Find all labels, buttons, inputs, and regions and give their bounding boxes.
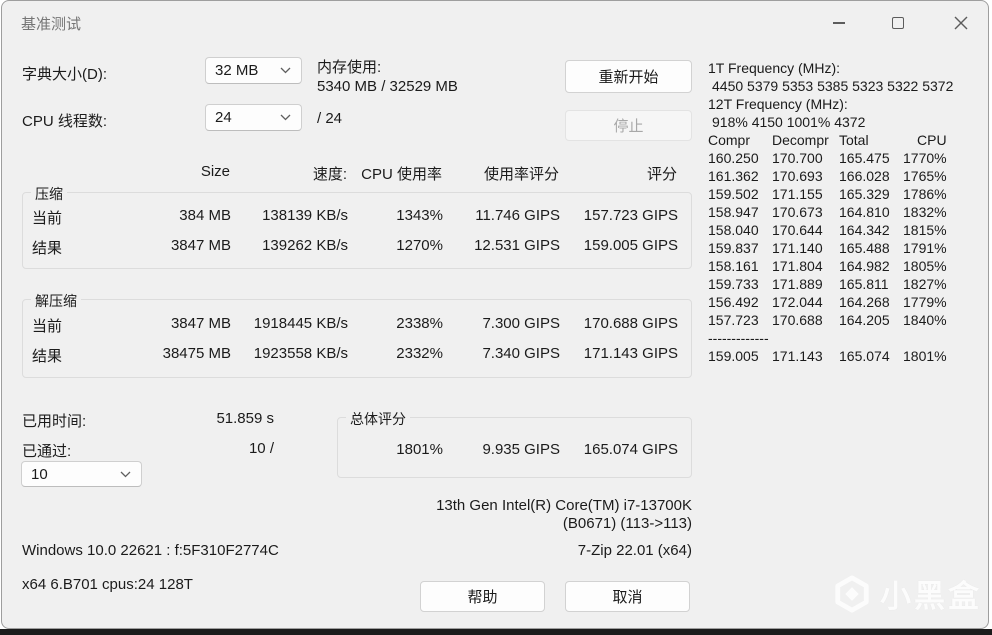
freq-row: 158.040 170.644 164.342 1815%	[708, 222, 947, 238]
cpu-threads-label: CPU 线程数:	[22, 113, 108, 130]
cpu-threads-suffix: / 24	[317, 110, 343, 127]
chevron-down-icon	[280, 67, 291, 74]
passes-value: 10 /	[248, 440, 274, 457]
freq-row: 159.733 171.889 165.811 1827%	[708, 276, 947, 292]
compression-current-row: 当前 384 MB 138139 KB/s 1343% 11.746 GIPS …	[32, 207, 678, 227]
frequency-log-panel: 1T Frequency (MHz): 4450 5379 5353 5385 …	[708, 59, 990, 365]
col-usage-rating: 使用率评分	[483, 166, 559, 183]
col-speed: 速度:	[312, 166, 347, 183]
heybox-logo-icon	[835, 574, 869, 613]
app-version-line: 7-Zip 22.01 (x64)	[577, 542, 692, 559]
freq-row: 156.492 172.044 164.268 1779%	[708, 294, 947, 310]
freq-12t-label: 12T Frequency (MHz):	[708, 96, 848, 112]
freq-divider: -------------	[708, 330, 769, 346]
heybox-watermark: 小黑盒	[833, 571, 982, 616]
cpu-threads-select[interactable]: 24	[205, 104, 302, 131]
stop-button: 停止	[565, 110, 692, 141]
benchmark-dialog: 基准测试 字典大小(D): 32 MB 内存使用: 5340 MB / 3252…	[1, 0, 989, 629]
cancel-button[interactable]: 取消	[565, 581, 690, 612]
col-rating: 评分	[646, 166, 677, 183]
minimize-button[interactable]	[816, 9, 862, 37]
heybox-watermark-text: 小黑盒	[880, 579, 982, 614]
chevron-down-icon	[120, 471, 131, 477]
cpu-model-line: 13th Gen Intel(R) Core(TM) i7-13700K	[436, 497, 692, 514]
freq-12t-values: 918% 4150 1001% 4372	[712, 114, 866, 130]
restart-button[interactable]: 重新开始	[565, 60, 692, 93]
col-size: Size	[200, 163, 230, 180]
freq-1t-label: 1T Frequency (MHz):	[708, 60, 840, 76]
freq-row: 158.161 171.804 164.982 1805%	[708, 258, 947, 274]
passes-count-value: 10	[31, 465, 48, 483]
decompression-current-row: 当前 3847 MB 1918445 KB/s 2338% 7.300 GIPS…	[32, 315, 678, 335]
cpu-threads-value: 24	[215, 109, 232, 126]
maximize-icon	[892, 17, 904, 29]
help-button[interactable]: 帮助	[420, 581, 545, 612]
decompression-group-label: 解压缩	[31, 291, 81, 311]
freq-table-header: Compr Decompr Total CPU	[708, 132, 947, 148]
chevron-down-icon	[280, 114, 291, 121]
freq-row: 161.362 170.693 166.028 1765%	[708, 168, 947, 184]
compression-result-row: 结果 3847 MB 139262 KB/s 1270% 12.531 GIPS…	[32, 237, 678, 257]
memory-usage-label: 内存使用:	[317, 59, 382, 76]
passes-count-select[interactable]: 10	[21, 461, 142, 487]
col-cpu-usage: CPU 使用率	[361, 166, 442, 183]
dictionary-size-select[interactable]: 32 MB	[205, 57, 302, 84]
total-rating-group-label: 总体评分	[346, 409, 410, 429]
freq-row: 160.250 170.700 165.475 1770%	[708, 150, 947, 166]
dictionary-size-value: 32 MB	[215, 62, 259, 79]
decompression-group: 解压缩 当前 3847 MB 1918445 KB/s 2338% 7.300 …	[22, 291, 692, 378]
minimize-icon	[833, 22, 845, 24]
compression-group-label: 压缩	[31, 184, 67, 204]
freq-1t-values: 4450 5379 5353 5385 5323 5322 5372	[712, 78, 954, 94]
memory-usage-value: 5340 MB / 32529 MB	[317, 78, 458, 95]
freq-total-row: 159.005 171.143 165.074 1801%	[708, 348, 947, 364]
maximize-button[interactable]	[875, 9, 921, 37]
total-rating-row: 1801% 9.935 GIPS 165.074 GIPS	[396, 441, 678, 458]
screen-edge-strip	[0, 629, 992, 635]
freq-row: 159.502 171.155 165.329 1786%	[708, 186, 947, 202]
elapsed-time-label: 已用时间:	[22, 413, 87, 430]
compression-group: 压缩 当前 384 MB 138139 KB/s 1343% 11.746 GI…	[22, 184, 692, 269]
freq-row: 158.947 170.673 164.810 1832%	[708, 204, 947, 220]
elapsed-time-value: 51.859 s	[216, 410, 274, 427]
os-version-line: Windows 10.0 22621 : f:5F310F2774C	[22, 542, 279, 559]
freq-row: 157.723 170.688 164.205 1840%	[708, 312, 947, 328]
freq-row: 159.837 171.140 165.488 1791%	[708, 240, 947, 256]
passes-label: 已通过:	[22, 443, 72, 460]
cpu-stepping-line: (B0671) (113->113)	[562, 515, 692, 532]
total-rating-group: 总体评分 1801% 9.935 GIPS 165.074 GIPS	[337, 409, 692, 478]
close-icon	[954, 16, 968, 30]
window-title: 基准测试	[21, 16, 82, 33]
close-button[interactable]	[938, 9, 984, 37]
dictionary-size-label: 字典大小(D):	[22, 66, 107, 83]
results-header-row: Size 速度: CPU 使用率 使用率评分 评分	[22, 163, 677, 184]
build-info-line: x64 6.B701 cpus:24 128T	[22, 576, 193, 593]
decompression-result-row: 结果 38475 MB 1923558 KB/s 2332% 7.340 GIP…	[32, 345, 678, 365]
